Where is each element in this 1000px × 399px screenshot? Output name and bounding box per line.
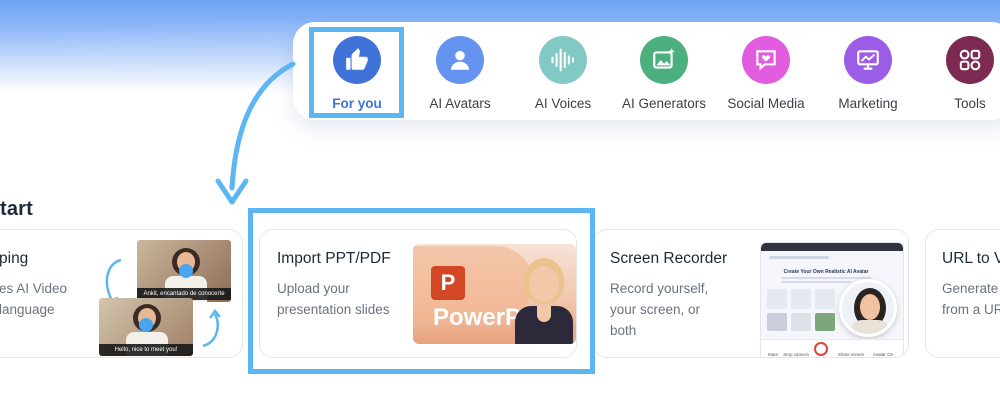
- card-url-to-video[interactable]: URL to V Generate from a UR: [925, 229, 1000, 358]
- card-thumbnail: Ankit, encantado de conocerte Hello, nic…: [99, 238, 239, 356]
- record-stop-icon: [814, 342, 828, 356]
- card-title: Screen Recorder: [610, 250, 728, 267]
- card-video-translation[interactable]: ping es AI Video language Ankit, encanta…: [0, 229, 243, 358]
- card-import-ppt-pdf[interactable]: Import PPT/PDF Upload your presentation …: [259, 229, 577, 358]
- card-description: Generate from a UR: [942, 281, 1000, 317]
- loop-arrow-icon: [202, 308, 221, 348]
- section-title: tart: [0, 198, 34, 220]
- recorder-controls: Mute Stop camera Share screen Avatar On: [761, 339, 903, 357]
- card-title: URL to V: [942, 250, 1000, 267]
- card-thumbnail: P PowerP: [413, 244, 576, 344]
- powerpoint-app-icon: P: [431, 266, 465, 300]
- card-description: es AI Video language: [0, 281, 68, 317]
- card-title: Import PPT/PDF: [277, 250, 391, 267]
- webcam-bubble: [839, 279, 897, 337]
- video-frame-bottom: Hello, nice to meet you!: [99, 298, 193, 356]
- card-title: ping: [0, 250, 29, 267]
- video-frame-top: Ankit, encantado de conocerte: [137, 240, 231, 302]
- card-description: Upload your presentation slides: [277, 281, 390, 317]
- card-screen-recorder[interactable]: Screen Recorder Record yourself, your sc…: [593, 229, 909, 358]
- presenter-avatar: [511, 244, 576, 344]
- card-thumbnail: Create Your Own Realistic AI Avatar Mute…: [760, 242, 904, 357]
- card-description: Record yourself, your screen, or both: [610, 281, 709, 338]
- powerpoint-banner-text: PowerP: [433, 304, 522, 331]
